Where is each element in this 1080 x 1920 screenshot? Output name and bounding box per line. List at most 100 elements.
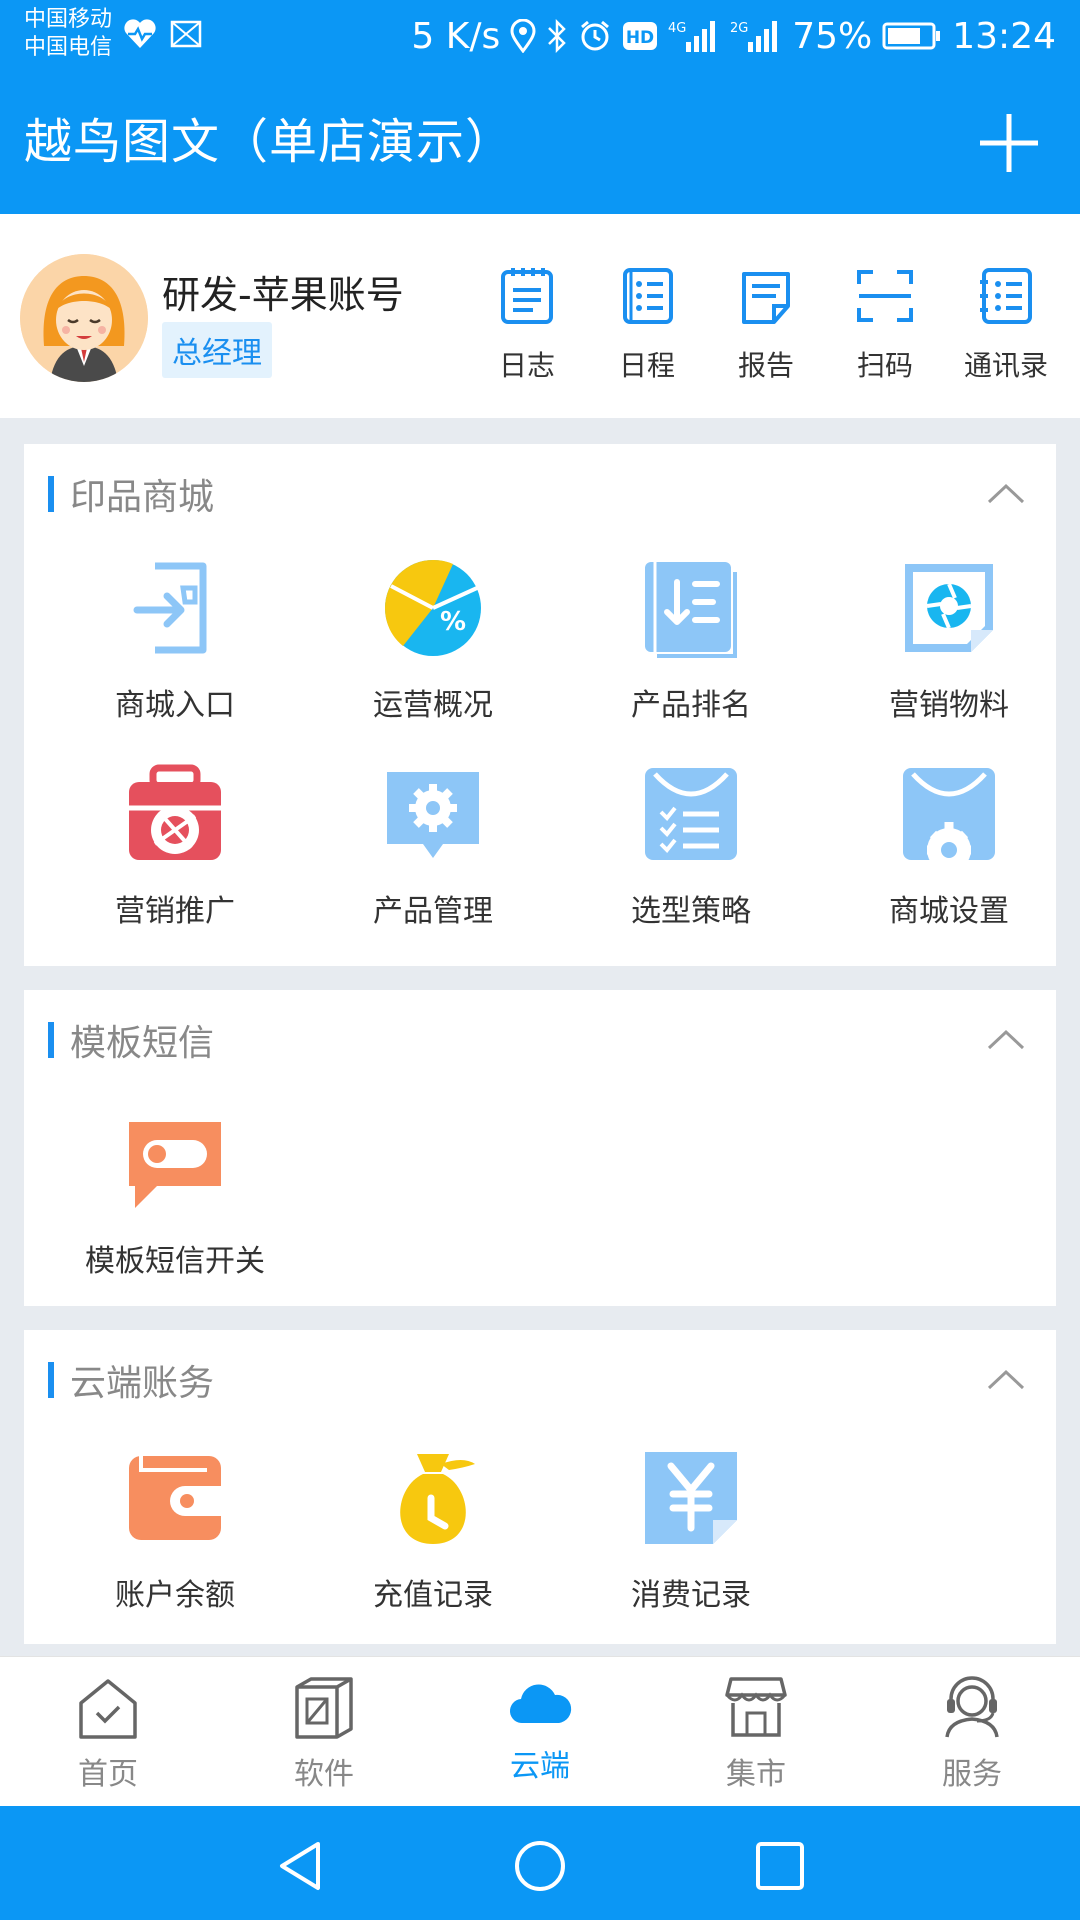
bottom-tab-bar: 首页 软件 云端 集市 服务 — [0, 1656, 1080, 1807]
tab-label: 服务 — [942, 1757, 1002, 1792]
pie-percent-icon: % — [384, 559, 481, 656]
product-rank-icon — [645, 562, 737, 658]
tab-cloud[interactable]: 云端 — [432, 1675, 648, 1785]
tile-label: 消费记录 — [631, 1578, 751, 1613]
tab-label: 云端 — [510, 1749, 570, 1784]
wallet-icon — [129, 1456, 221, 1540]
status-bar: 中国移动 中国电信 5 K/s HD 4G 2G 75% 13:24 — [0, 0, 1080, 72]
section-cloud-accounting: 云端账务 账户余额 充值记录 消费记录 — [24, 1330, 1056, 1644]
money-bag-icon — [400, 1454, 475, 1544]
section-template-sms: 模板短信 模板短信开关 — [24, 990, 1056, 1306]
tab-software[interactable]: 软件 — [216, 1675, 432, 1793]
page-title: 越鸟图文（单店演示） — [24, 114, 515, 170]
carrier-1: 中国移动 — [24, 7, 113, 32]
hd-icon: HD — [623, 22, 658, 50]
tile-product-management[interactable]: 产品管理 — [304, 764, 562, 930]
tab-label: 首页 — [78, 1757, 138, 1792]
section-header: 印品商城 — [48, 474, 214, 518]
tile-label: 选型策略 — [631, 894, 751, 929]
quick-action-report[interactable]: 报告 — [711, 266, 821, 384]
tile-label: 账户余额 — [115, 1578, 235, 1613]
quick-action-label: 日志 — [498, 349, 555, 382]
tile-account-balance[interactable]: 账户余额 — [46, 1448, 304, 1614]
selection-strategy-icon — [645, 768, 737, 860]
tile-marketing-promotion[interactable]: 营销推广 — [46, 764, 304, 930]
net-type-2: 2G — [730, 21, 748, 36]
profile-card: 研发-苹果账号 总经理 日志 日程 报告 扫码 通讯录 — [0, 214, 1080, 418]
chevron-up-icon[interactable] — [986, 1020, 1026, 1060]
section-accent-bar — [48, 1022, 54, 1058]
network-speed: 5 K/s — [411, 15, 501, 57]
alarm-icon — [581, 20, 610, 51]
location-icon — [510, 19, 536, 53]
svg-text:%: % — [440, 607, 466, 637]
chevron-up-icon[interactable] — [986, 474, 1026, 514]
tile-mall-entry[interactable]: 商城入口 — [46, 558, 304, 724]
quick-action-label: 日程 — [618, 349, 675, 382]
tile-label: 产品管理 — [373, 894, 493, 929]
section-title: 模板短信 — [70, 1023, 215, 1064]
cloud-icon — [509, 1684, 572, 1724]
log-icon — [501, 268, 553, 324]
signal-4g-icon: 4G — [668, 21, 716, 52]
status-left-icons — [122, 18, 202, 50]
back-icon[interactable] — [274, 1838, 330, 1894]
battery-percent: 75% — [792, 15, 873, 57]
scan-icon — [857, 270, 913, 322]
tile-sms-toggle[interactable]: 模板短信开关 — [46, 1114, 304, 1280]
mall-entry-icon — [133, 562, 207, 654]
clock: 13:24 — [952, 15, 1056, 57]
mall-settings-icon — [899, 768, 999, 872]
battery-icon — [882, 22, 941, 50]
net-type-1: 4G — [668, 21, 686, 36]
quick-action-label: 扫码 — [856, 349, 913, 382]
schedule-icon — [623, 268, 673, 324]
software-icon — [295, 1677, 353, 1739]
tile-operations-overview[interactable]: % 运营概况 — [304, 558, 562, 724]
title-bar: 越鸟图文（单店演示） — [0, 72, 1080, 214]
section-print-mall: 印品商城 商城入口 % 运营概况 产品排名 营销物料 营销推广 产品管理 选型策… — [24, 444, 1056, 966]
user-name: 研发-苹果账号 — [162, 273, 404, 317]
recents-icon[interactable] — [752, 1838, 808, 1894]
tab-label: 软件 — [294, 1757, 354, 1792]
tab-service[interactable]: 服务 — [864, 1675, 1080, 1793]
avatar[interactable] — [20, 254, 148, 382]
section-accent-bar — [48, 476, 54, 512]
quick-action-scan[interactable]: 扫码 — [830, 266, 940, 384]
tab-home[interactable]: 首页 — [0, 1675, 216, 1793]
quick-action-contacts[interactable]: 通讯录 — [951, 266, 1061, 384]
tile-label: 模板短信开关 — [85, 1244, 265, 1279]
tab-market[interactable]: 集市 — [648, 1675, 864, 1793]
tile-recharge-records[interactable]: 充值记录 — [304, 1448, 562, 1614]
tile-product-ranking[interactable]: 产品排名 — [562, 558, 820, 724]
promotion-icon — [129, 764, 221, 860]
tile-mall-settings[interactable]: 商城设置 — [820, 764, 1078, 930]
section-title: 印品商城 — [70, 477, 215, 518]
carrier-info: 中国移动 中国电信 — [24, 6, 112, 62]
quick-action-label: 报告 — [737, 349, 794, 382]
avatar-icon — [20, 254, 148, 382]
product-manage-icon — [387, 772, 479, 858]
tile-selection-strategy[interactable]: 选型策略 — [562, 764, 820, 930]
tile-consumption-records[interactable]: 消费记录 — [562, 1448, 820, 1614]
tile-label: 运营概况 — [373, 688, 493, 723]
chevron-up-icon[interactable] — [986, 1360, 1026, 1400]
system-nav-bar — [0, 1806, 1080, 1920]
home-nav-icon[interactable] — [512, 1838, 568, 1894]
tab-label: 集市 — [726, 1757, 786, 1792]
section-header: 模板短信 — [48, 1020, 214, 1064]
status-right: 5 K/s HD 4G 2G 75% 13:24 — [411, 10, 1056, 62]
quick-action-log[interactable]: 日志 — [472, 266, 582, 384]
quick-action-schedule[interactable]: 日程 — [592, 266, 702, 384]
plus-icon[interactable] — [978, 112, 1040, 174]
report-icon — [742, 272, 790, 324]
tile-marketing-materials[interactable]: 营销物料 — [820, 558, 1078, 724]
home-icon — [79, 1679, 137, 1739]
carrier-2: 中国电信 — [24, 35, 113, 60]
tile-label: 营销推广 — [115, 894, 235, 929]
section-accent-bar — [48, 1362, 54, 1398]
tile-label: 商城入口 — [115, 688, 235, 723]
marketing-material-icon — [905, 564, 993, 652]
section-title: 云端账务 — [70, 1363, 215, 1404]
sms-toggle-icon — [129, 1122, 221, 1208]
